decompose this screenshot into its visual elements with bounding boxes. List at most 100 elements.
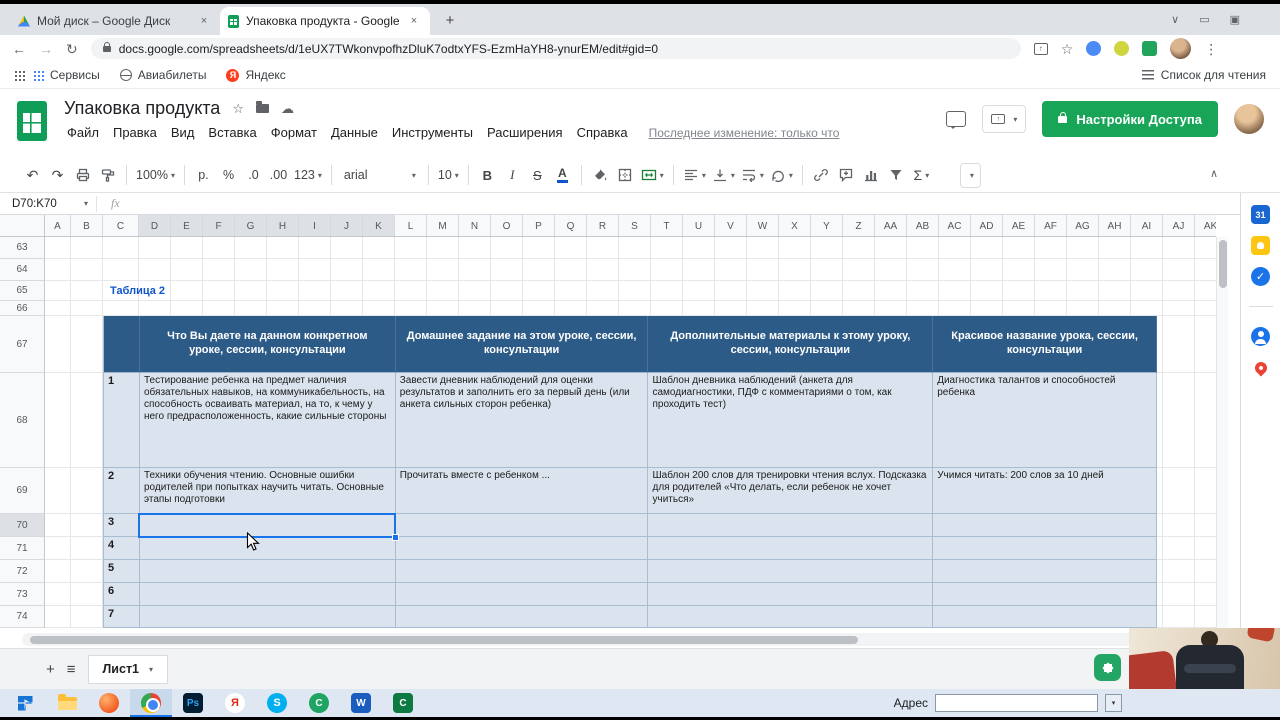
- cell-AC65[interactable]: [939, 281, 971, 301]
- cell-M65[interactable]: [427, 281, 459, 301]
- cell-AH65[interactable]: [1099, 281, 1131, 301]
- cell-B72[interactable]: [71, 560, 103, 583]
- cell-AG63[interactable]: [1067, 237, 1099, 259]
- cell-I65[interactable]: [299, 281, 331, 301]
- cell-AK74[interactable]: [1195, 606, 1216, 628]
- horizontal-align-button[interactable]: ▾: [680, 162, 709, 188]
- column-header-B[interactable]: B: [71, 215, 103, 236]
- cell-AC66[interactable]: [939, 301, 971, 316]
- browser-tab-drive[interactable]: Мой диск – Google Диск ×: [10, 7, 220, 35]
- last-edit-link[interactable]: Последнее изменение: только что: [649, 126, 840, 140]
- column-header-H[interactable]: H: [267, 215, 299, 236]
- cell-AK66[interactable]: [1195, 301, 1216, 316]
- cell-A72[interactable]: [45, 560, 71, 583]
- font-select[interactable]: arial ▾: [338, 162, 422, 188]
- cell-A64[interactable]: [45, 259, 71, 281]
- cell-Q66[interactable]: [555, 301, 587, 316]
- cell-C63[interactable]: [103, 237, 139, 259]
- cell-AB66[interactable]: [907, 301, 939, 316]
- cell-W63[interactable]: [747, 237, 779, 259]
- table-cell-5-4[interactable]: [933, 560, 1157, 583]
- cell-S63[interactable]: [619, 237, 651, 259]
- cell-A66[interactable]: [45, 301, 71, 316]
- bookmark-star-icon[interactable]: ☆: [1061, 42, 1074, 56]
- cell-AK63[interactable]: [1195, 237, 1216, 259]
- borders-button[interactable]: [613, 162, 638, 188]
- column-header-AD[interactable]: AD: [971, 215, 1003, 236]
- table-row-number[interactable]: 4: [104, 537, 140, 560]
- cell-AD66[interactable]: [971, 301, 1003, 316]
- chrome-button[interactable]: [130, 689, 172, 717]
- row-header-68[interactable]: 68: [0, 373, 45, 468]
- explore-button[interactable]: [1094, 654, 1121, 681]
- column-header-AB[interactable]: AB: [907, 215, 939, 236]
- cell-AI65[interactable]: [1131, 281, 1163, 301]
- browser-menu-icon[interactable]: ⋮: [1204, 42, 1218, 56]
- cell-AE66[interactable]: [1003, 301, 1035, 316]
- cell-AE65[interactable]: [1003, 281, 1035, 301]
- table-cell-5-1[interactable]: [139, 560, 396, 583]
- cell-AJ70[interactable]: [1163, 514, 1195, 537]
- cell-K64[interactable]: [363, 259, 395, 281]
- cell-R65[interactable]: [587, 281, 619, 301]
- cell-J66[interactable]: [331, 301, 363, 316]
- cell-J64[interactable]: [331, 259, 363, 281]
- column-header-AA[interactable]: AA: [875, 215, 907, 236]
- cell-AJ65[interactable]: [1163, 281, 1195, 301]
- share-page-icon[interactable]: ↑: [1033, 42, 1048, 55]
- cell-AJ72[interactable]: [1163, 560, 1195, 583]
- row-header-69[interactable]: 69: [0, 468, 45, 514]
- merge-cells-button[interactable]: ▾: [638, 162, 667, 188]
- column-header-S[interactable]: S: [619, 215, 651, 236]
- cell-M63[interactable]: [427, 237, 459, 259]
- yandex-button[interactable]: Я: [214, 689, 256, 717]
- column-header-AH[interactable]: AH: [1099, 215, 1131, 236]
- cell-T63[interactable]: [651, 237, 683, 259]
- cell-AF66[interactable]: [1035, 301, 1067, 316]
- cell-C66[interactable]: [103, 301, 139, 316]
- extension-green-icon[interactable]: [1142, 41, 1158, 56]
- column-header-AK[interactable]: AK: [1195, 215, 1216, 236]
- cell-R66[interactable]: [587, 301, 619, 316]
- cell-AD65[interactable]: [971, 281, 1003, 301]
- cell-AF64[interactable]: [1035, 259, 1067, 281]
- cell-H65[interactable]: [267, 281, 299, 301]
- row-header-63[interactable]: 63: [0, 237, 45, 259]
- cell-AI66[interactable]: [1131, 301, 1163, 316]
- column-header-AF[interactable]: AF: [1035, 215, 1067, 236]
- cell-V66[interactable]: [715, 301, 747, 316]
- cell-I63[interactable]: [299, 237, 331, 259]
- forward-icon[interactable]: →: [39, 42, 53, 56]
- table-row-number[interactable]: 5: [104, 560, 140, 583]
- cell-Y65[interactable]: [811, 281, 843, 301]
- table-cell-2-3[interactable]: Шаблон 200 слов для тренировки чтения вс…: [648, 468, 934, 514]
- close-tab-icon[interactable]: ×: [406, 13, 422, 29]
- strikethrough-button[interactable]: S: [525, 162, 550, 188]
- table-cell-2-4[interactable]: Учимся читать: 200 слов за 10 дней: [933, 468, 1157, 514]
- column-header-AG[interactable]: AG: [1067, 215, 1099, 236]
- table-cell-4-2[interactable]: [395, 537, 649, 560]
- menu-file[interactable]: Файл: [60, 121, 106, 144]
- row-header-65[interactable]: 65: [0, 281, 45, 301]
- table-header-4[interactable]: Красивое название урока, сессии, консуль…: [933, 316, 1157, 373]
- insert-chart-button[interactable]: [859, 162, 884, 188]
- table-row-number[interactable]: 7: [104, 606, 140, 628]
- cell-E65[interactable]: [171, 281, 203, 301]
- column-header-Q[interactable]: Q: [555, 215, 587, 236]
- cell-Y66[interactable]: [811, 301, 843, 316]
- extension-blue-icon[interactable]: [1086, 41, 1102, 56]
- horizontal-scrollbar[interactable]: [22, 633, 1214, 646]
- cell-AJ66[interactable]: [1163, 301, 1195, 316]
- column-header-I[interactable]: I: [299, 215, 331, 236]
- undo-button[interactable]: ↶: [20, 162, 45, 188]
- cell-E64[interactable]: [171, 259, 203, 281]
- menu-edit[interactable]: Правка: [106, 121, 164, 144]
- table-cell-3-3[interactable]: [648, 514, 934, 537]
- column-header-U[interactable]: U: [683, 215, 715, 236]
- decrease-decimal-button[interactable]: .0: [241, 162, 266, 188]
- reload-icon[interactable]: ↻: [66, 42, 78, 56]
- row-header-64[interactable]: 64: [0, 259, 45, 281]
- bookmark-tickets[interactable]: Авиабилеты: [119, 68, 206, 82]
- format-currency-button[interactable]: р.: [191, 162, 216, 188]
- cell-E66[interactable]: [171, 301, 203, 316]
